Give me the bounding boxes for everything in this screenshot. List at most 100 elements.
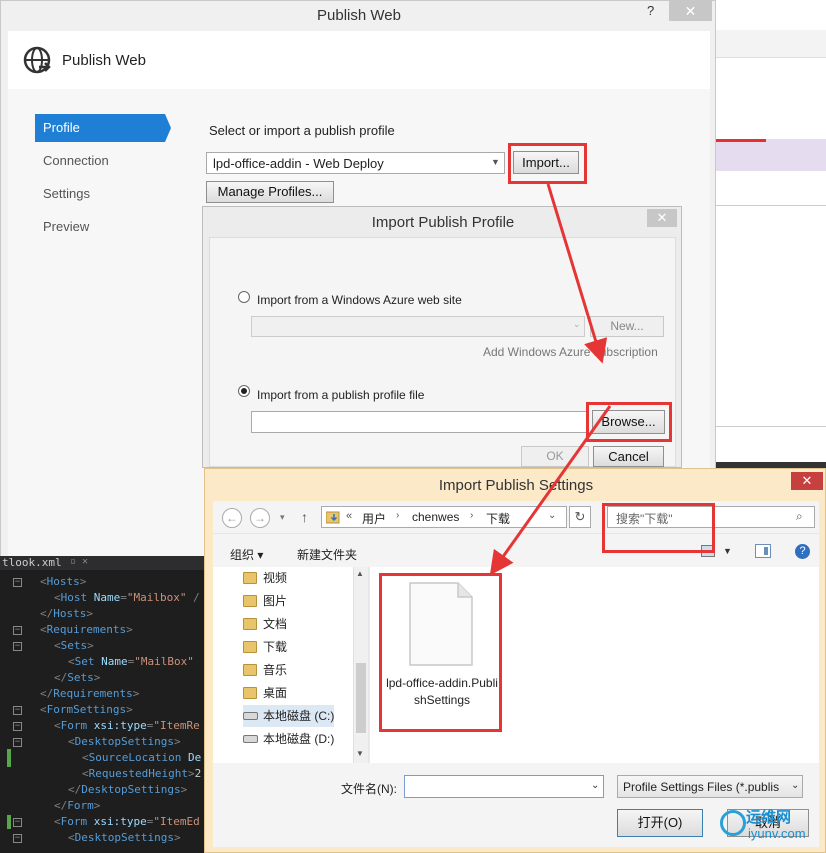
- nav-item-preview[interactable]: Preview: [35, 213, 165, 241]
- azure-radio[interactable]: [238, 291, 250, 303]
- change-marker: [7, 815, 11, 829]
- code-line[interactable]: <Host Name="Mailbox" /: [54, 591, 200, 607]
- code-line[interactable]: <Sets>: [54, 639, 94, 655]
- organize-button[interactable]: 组织 ▾: [230, 546, 263, 563]
- profile-file-radio-label[interactable]: Import from a publish profile file: [257, 388, 424, 402]
- code-line[interactable]: </DesktopSettings>: [68, 783, 187, 799]
- tree-item[interactable]: 视频: [243, 567, 287, 589]
- chevron-down-icon: ▼: [491, 157, 500, 167]
- code-line[interactable]: <SourceLocation De: [82, 751, 201, 767]
- nav-item-connection[interactable]: Connection: [35, 147, 165, 175]
- nav-item-settings[interactable]: Settings: [35, 180, 165, 208]
- chevron-down-icon[interactable]: ⌄: [548, 510, 556, 521]
- code-line[interactable]: <Requirements>: [40, 623, 133, 639]
- new-button[interactable]: New...: [590, 316, 664, 337]
- fold-toggle-icon[interactable]: −: [13, 722, 22, 731]
- code-line[interactable]: </Form>: [54, 799, 100, 815]
- browse-highlight-box: [586, 402, 672, 442]
- open-button[interactable]: 打开(O): [617, 809, 703, 837]
- code-line[interactable]: </Sets>: [54, 671, 100, 687]
- profile-dropdown[interactable]: lpd-office-addin - Web Deploy: [206, 152, 505, 174]
- refresh-icon[interactable]: ↻: [569, 506, 591, 528]
- breadcrumb-separator-icon[interactable]: ›: [470, 510, 473, 521]
- code-line[interactable]: </Hosts>: [40, 607, 93, 623]
- up-arrow-icon[interactable]: ↑: [301, 509, 308, 525]
- tree-item-label: 下载: [263, 640, 288, 654]
- close-button[interactable]: ✕: [791, 472, 823, 490]
- watermark-url: iyunv.com: [748, 826, 806, 841]
- tree-item[interactable]: 下载: [243, 636, 287, 658]
- background-panel: [716, 426, 826, 466]
- cancel-button[interactable]: Cancel: [593, 446, 664, 467]
- file-highlight-box: [379, 573, 502, 732]
- code-line[interactable]: <RequestedHeight>2: [82, 767, 201, 783]
- help-icon[interactable]: ?: [795, 544, 810, 559]
- manage-profiles-button[interactable]: Manage Profiles...: [206, 181, 334, 203]
- navigation-tree: 视频图片文档下载音乐桌面 本地磁盘 (C:) 本地磁盘 (D:) ▲ ▼: [213, 567, 369, 763]
- background-toolbar: [716, 30, 826, 58]
- code-line[interactable]: <Form xsi:type="ItemEd: [54, 815, 200, 831]
- fold-toggle-icon[interactable]: −: [13, 834, 22, 843]
- fold-toggle-icon[interactable]: −: [13, 818, 22, 827]
- chevron-down-icon[interactable]: ⌄: [791, 780, 799, 791]
- code-line[interactable]: <Form xsi:type="ItemRe: [54, 719, 200, 735]
- profile-file-radio[interactable]: [238, 385, 250, 397]
- folder-icon: [243, 664, 257, 676]
- breadcrumb-overflow[interactable]: «: [346, 510, 352, 522]
- filename-input[interactable]: [404, 775, 604, 798]
- editor-tab[interactable]: tlook.xml: [0, 556, 206, 570]
- scroll-down-icon[interactable]: ▼: [356, 749, 364, 758]
- code-line[interactable]: <DesktopSettings>: [68, 831, 181, 847]
- tree-item[interactable]: 音乐: [243, 659, 287, 681]
- tree-item[interactable]: 本地磁盘 (D:): [243, 728, 334, 750]
- recent-locations-icon[interactable]: ▾: [280, 512, 285, 523]
- file-type-dropdown[interactable]: Profile Settings Files (*.publis: [617, 775, 803, 798]
- ok-button[interactable]: OK: [521, 446, 589, 467]
- new-folder-button[interactable]: 新建文件夹: [297, 546, 357, 563]
- tree-item[interactable]: 文档: [243, 613, 287, 635]
- fold-toggle-icon[interactable]: −: [13, 578, 22, 587]
- code-line[interactable]: <Set Name="MailBox": [68, 655, 194, 671]
- code-line[interactable]: </Requirements>: [40, 687, 139, 703]
- add-subscription-link[interactable]: Add Windows Azure subscription: [483, 345, 658, 359]
- open-highlight-box: [602, 503, 715, 553]
- code-line[interactable]: <Hosts>: [40, 575, 86, 591]
- nav-item-profile[interactable]: Profile: [35, 114, 165, 142]
- background-selected-row: [716, 139, 826, 171]
- back-arrow-icon[interactable]: ←: [222, 508, 242, 528]
- preview-pane-icon[interactable]: [755, 544, 771, 558]
- tree-item[interactable]: 桌面: [243, 682, 287, 704]
- tree-item-label: 音乐: [263, 663, 288, 677]
- background-red-marker: [716, 139, 766, 142]
- scrollbar-thumb[interactable]: [356, 663, 366, 733]
- scroll-up-icon[interactable]: ▲: [356, 569, 364, 578]
- folder-icon: [243, 687, 257, 699]
- chevron-down-icon[interactable]: ▼: [723, 546, 732, 556]
- forward-arrow-icon[interactable]: →: [250, 508, 270, 528]
- fold-toggle-icon[interactable]: −: [13, 706, 22, 715]
- fold-toggle-icon[interactable]: −: [13, 642, 22, 651]
- profile-file-input[interactable]: [251, 411, 588, 433]
- breadcrumb-downloads[interactable]: 下载: [486, 510, 510, 527]
- tree-item[interactable]: 本地磁盘 (C:): [243, 705, 335, 727]
- fold-toggle-icon[interactable]: −: [13, 626, 22, 635]
- code-line[interactable]: <FormSettings>: [40, 703, 133, 719]
- chevron-down-icon[interactable]: ⌄: [591, 780, 599, 791]
- tab-close-icon[interactable]: ▫ ✕: [70, 556, 88, 567]
- breadcrumb-user[interactable]: chenwes: [412, 510, 459, 524]
- breadcrumb-users[interactable]: 用户: [362, 510, 386, 527]
- close-button[interactable]: ✕: [669, 1, 712, 21]
- azure-site-dropdown[interactable]: [251, 316, 585, 337]
- tree-item-label: 图片: [263, 594, 288, 608]
- site-watermark: 运维网 iyunv.com: [718, 802, 822, 850]
- azure-radio-label[interactable]: Import from a Windows Azure web site: [257, 293, 462, 307]
- tree-item[interactable]: 图片: [243, 590, 287, 612]
- breadcrumb-separator-icon[interactable]: ›: [396, 510, 399, 521]
- close-button[interactable]: ✕: [647, 209, 677, 227]
- code-line[interactable]: <DesktopSettings>: [68, 735, 181, 751]
- dialog-title: Import Publish Profile: [371, 214, 515, 231]
- help-button[interactable]: ?: [647, 3, 661, 18]
- fold-toggle-icon[interactable]: −: [13, 738, 22, 747]
- path-breadcrumb[interactable]: « 用户 › chenwes › 下载 ⌄: [321, 506, 567, 528]
- tree-scrollbar[interactable]: ▲ ▼: [353, 567, 368, 763]
